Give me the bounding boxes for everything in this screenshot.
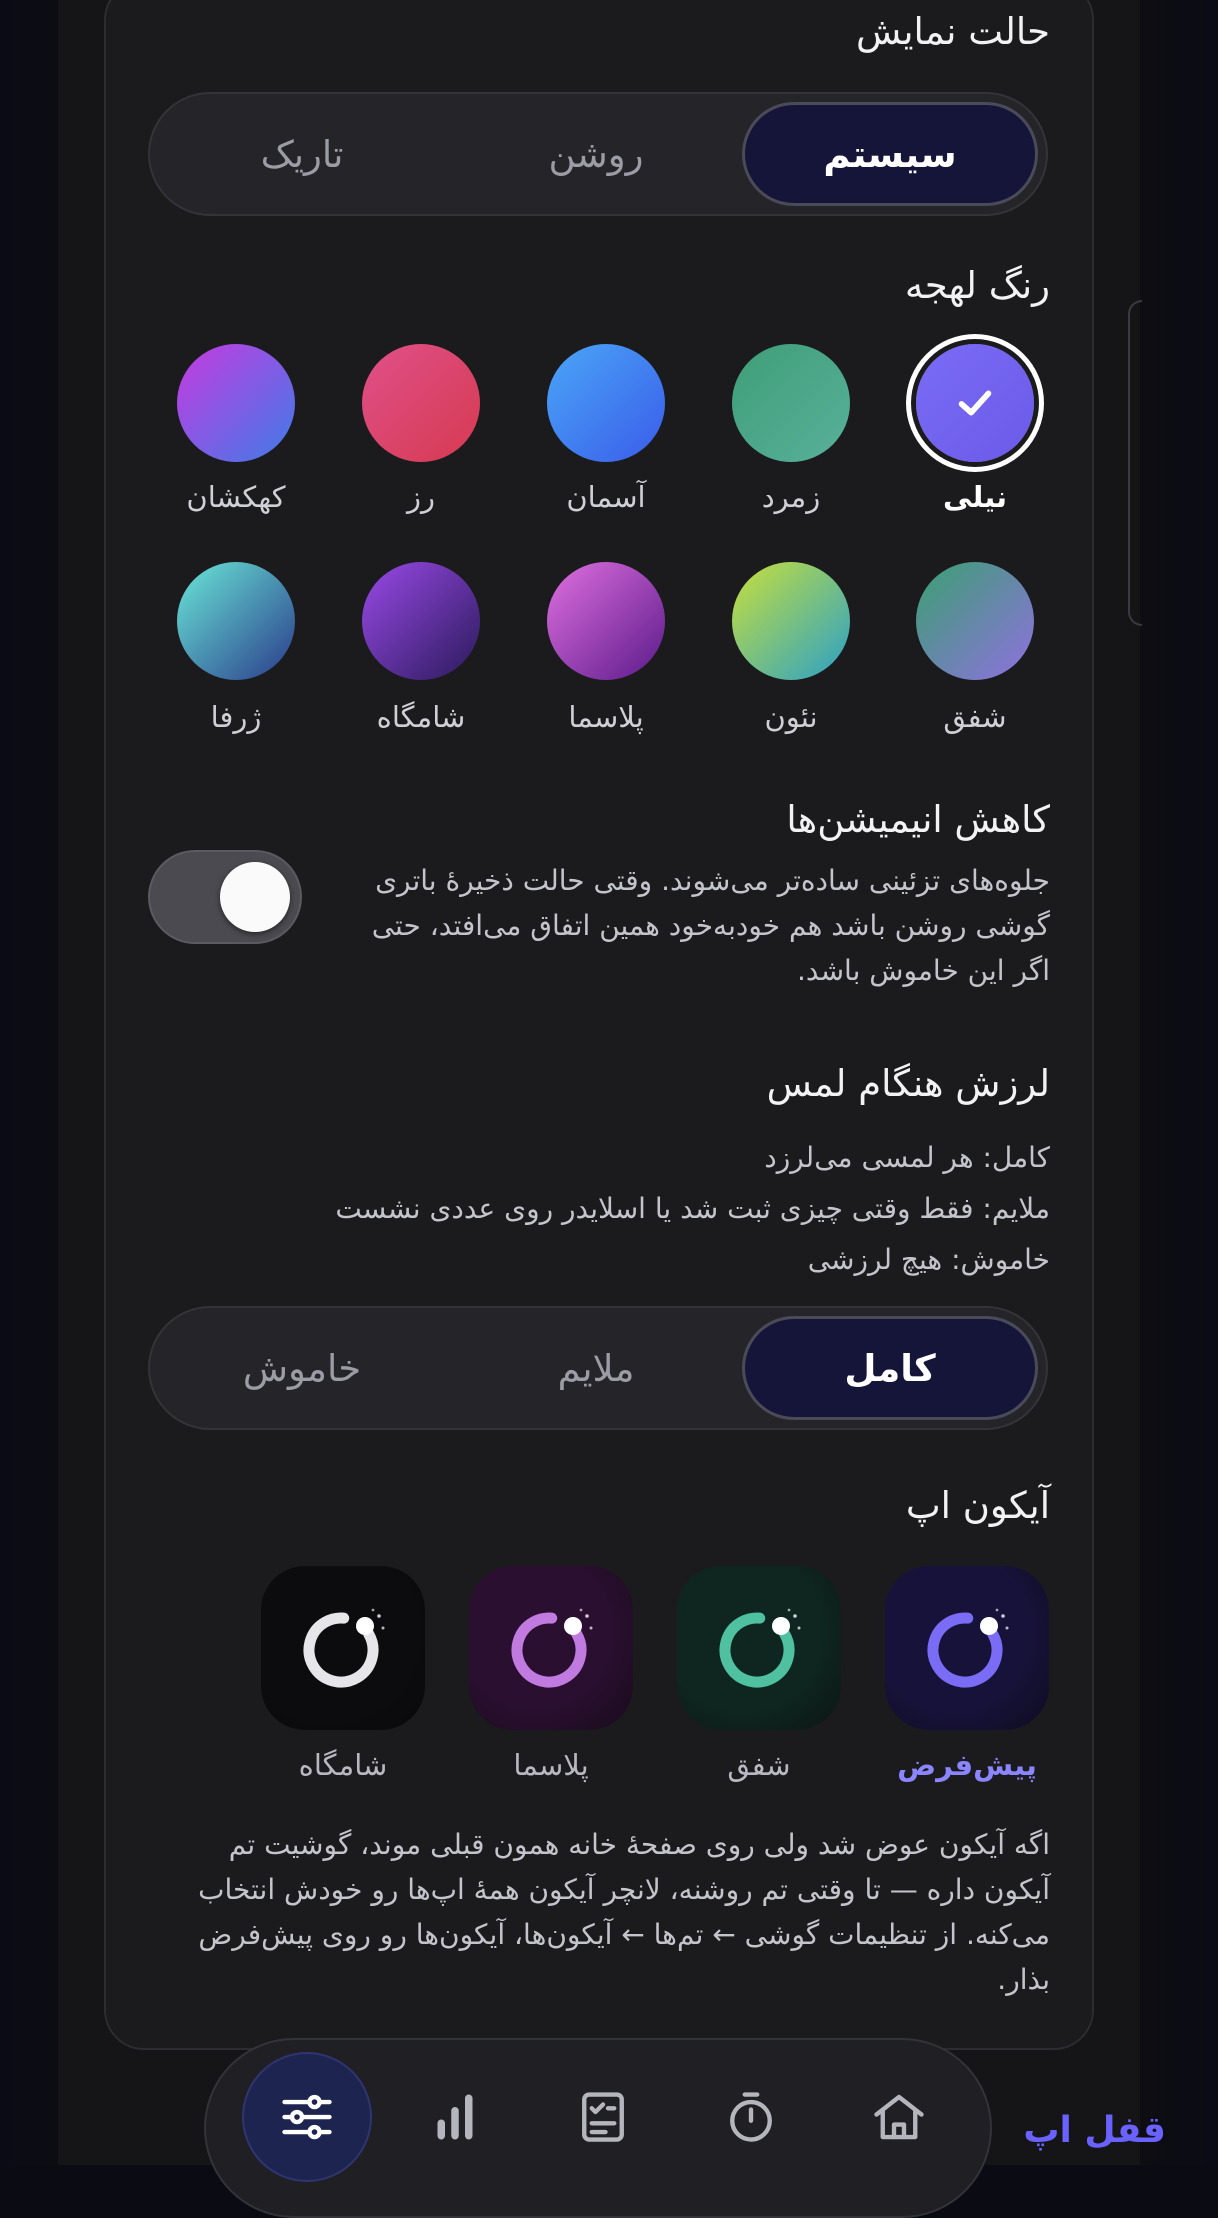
app-icon-option[interactable] <box>677 1566 841 1730</box>
reduce-motion-line: گوشی روشن باشد هم خودبه‌خود همین اتفاق م… <box>371 909 1050 942</box>
app-icon-option[interactable] <box>469 1566 633 1730</box>
display-mode-segmented: سیستم روشن تاریک <box>148 92 1048 216</box>
haptics-description: کامل: هر لمسی می‌لرزد ملایم: فقط وقتی چی… <box>335 1132 1050 1285</box>
stats-icon <box>437 2094 473 2140</box>
accent-swatch[interactable] <box>177 562 295 680</box>
bottom-navigation <box>204 2038 992 2218</box>
accent-swatch[interactable] <box>916 344 1034 462</box>
accent-swatch-label: نیلی <box>943 480 1007 514</box>
accent-swatch[interactable] <box>177 344 295 462</box>
haptics-off[interactable]: خاموش <box>154 1316 450 1420</box>
app-icon-title: آیکون اپ <box>905 1484 1050 1527</box>
note-line: می‌کنه. از تنظیمات گوشی ← تم‌ها ← آیکون‌… <box>198 1918 1050 1951</box>
settings-card <box>104 0 1094 2050</box>
accent-swatch-label: کهکشان <box>186 480 286 514</box>
reduce-motion-line: اگر این خاموش باشد. <box>796 954 1050 987</box>
haptics-segmented: کامل ملایم خاموش <box>148 1306 1048 1430</box>
note-line: آیکون داره — تا وقتی تم روشنه، لانچر آیک… <box>198 1873 1050 1906</box>
haptics-line-full: کامل: هر لمسی می‌لرزد <box>764 1141 1050 1174</box>
nav-timer[interactable] <box>686 2052 816 2182</box>
nav-tasks[interactable] <box>538 2052 668 2182</box>
app-logo-icon <box>303 1608 385 1688</box>
note-line: بذار. <box>997 1963 1050 1996</box>
haptics-line-mild: ملایم: فقط وقتی چیزی ثبت شد یا اسلایدر ر… <box>335 1192 1050 1225</box>
accent-swatch[interactable] <box>732 344 850 462</box>
timer-icon <box>730 2092 772 2142</box>
accent-swatch[interactable] <box>362 344 480 462</box>
display-mode-light[interactable]: روشن <box>448 102 744 206</box>
haptics-full[interactable]: کامل <box>742 1316 1038 1420</box>
app-lock-link[interactable]: قفل اپ <box>1023 2110 1166 2151</box>
app-logo-icon <box>927 1608 1009 1688</box>
reduce-motion-title: کاهش انیمیشن‌ها <box>786 798 1050 841</box>
reduce-motion-description: جلوه‌های تزئینی ساده‌تر می‌شوند. وقتی حا… <box>372 858 1050 993</box>
accent-swatch-label: شفق <box>943 700 1007 734</box>
nav-settings[interactable] <box>242 2052 372 2182</box>
toggle-knob <box>220 862 290 932</box>
accent-swatch[interactable] <box>547 562 665 680</box>
checklist-icon <box>582 2092 624 2142</box>
settings-sliders-icon <box>282 2094 332 2140</box>
display-mode-dark[interactable]: تاریک <box>154 102 450 206</box>
accent-color-title: رنگ لهجه <box>904 264 1050 307</box>
nav-home[interactable] <box>834 2052 964 2182</box>
reduce-motion-toggle[interactable] <box>148 850 302 944</box>
app-logo-icon <box>511 1608 593 1688</box>
app-icon-label: پیش‌فرض <box>897 1748 1037 1782</box>
reduce-motion-line: جلوه‌های تزئینی ساده‌تر می‌شوند. وقتی حا… <box>375 864 1050 897</box>
accent-swatch-label: ژرفا <box>210 700 262 734</box>
accent-swatch-label: شامگاه <box>376 700 466 734</box>
app-logo-icon <box>719 1608 801 1688</box>
home-icon <box>874 2094 924 2140</box>
accent-swatch[interactable] <box>362 562 480 680</box>
accent-swatch[interactable] <box>547 344 665 462</box>
screen: حالت نمایش سیستم روشن تاریک رنگ لهجه نیل… <box>0 0 1218 2218</box>
accent-swatch-label: نئون <box>764 700 818 734</box>
accent-swatch-label: رز <box>406 480 435 514</box>
accent-swatch-label: آسمان <box>566 480 646 514</box>
app-icon-label: پلاسما <box>513 1748 589 1782</box>
note-line: اگه آیکون عوض شد ولی روی صفحهٔ خانه همون… <box>228 1828 1050 1861</box>
app-icon-option[interactable] <box>261 1566 425 1730</box>
app-icon-note: اگه آیکون عوض شد ولی روی صفحهٔ خانه همون… <box>198 1822 1050 2002</box>
display-mode-system[interactable]: سیستم <box>742 102 1038 206</box>
nav-stats[interactable] <box>390 2052 520 2182</box>
app-icon-label: شامگاه <box>298 1748 388 1782</box>
display-mode-title: حالت نمایش <box>856 10 1050 53</box>
accent-swatch-label: زمرد <box>761 480 821 514</box>
accent-swatch[interactable] <box>732 562 850 680</box>
haptics-line-off: خاموش: هیچ لرزشی <box>807 1243 1050 1276</box>
haptics-title: لرزش هنگام لمس <box>766 1062 1050 1105</box>
app-icon-label: شفق <box>727 1748 791 1782</box>
accent-swatch[interactable] <box>916 562 1034 680</box>
haptics-mild[interactable]: ملایم <box>448 1316 744 1420</box>
check-icon <box>958 390 992 416</box>
side-drawer-handle[interactable] <box>1128 300 1142 626</box>
app-icon-option[interactable] <box>885 1566 1049 1730</box>
accent-swatch-label: پلاسما <box>568 700 644 734</box>
